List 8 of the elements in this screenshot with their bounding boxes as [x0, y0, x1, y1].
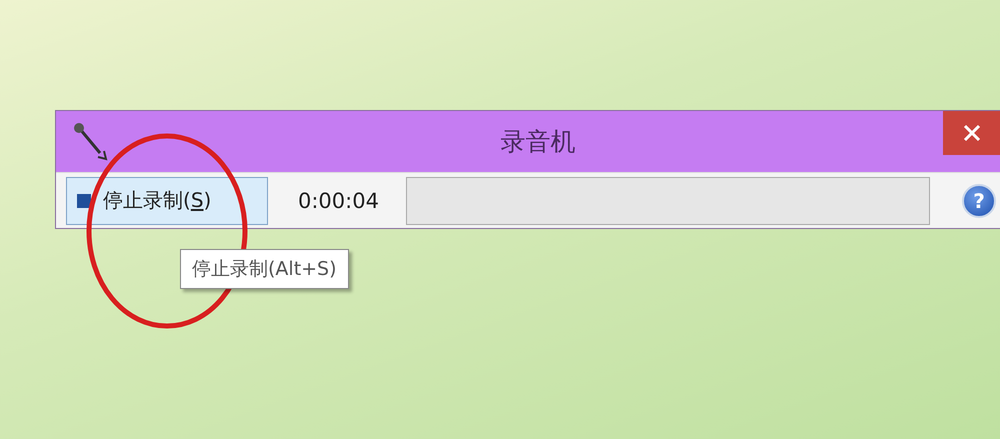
elapsed-time: 0:00:04: [298, 188, 380, 212]
window-title: 录音机: [500, 126, 576, 158]
stop-icon: [77, 194, 91, 208]
close-button[interactable]: [943, 111, 1000, 155]
stop-recording-button[interactable]: 停止录制(S): [66, 176, 268, 224]
microphone-icon: [72, 120, 110, 162]
close-icon: [962, 124, 980, 142]
tooltip: 停止录制(Alt+S): [180, 249, 349, 289]
